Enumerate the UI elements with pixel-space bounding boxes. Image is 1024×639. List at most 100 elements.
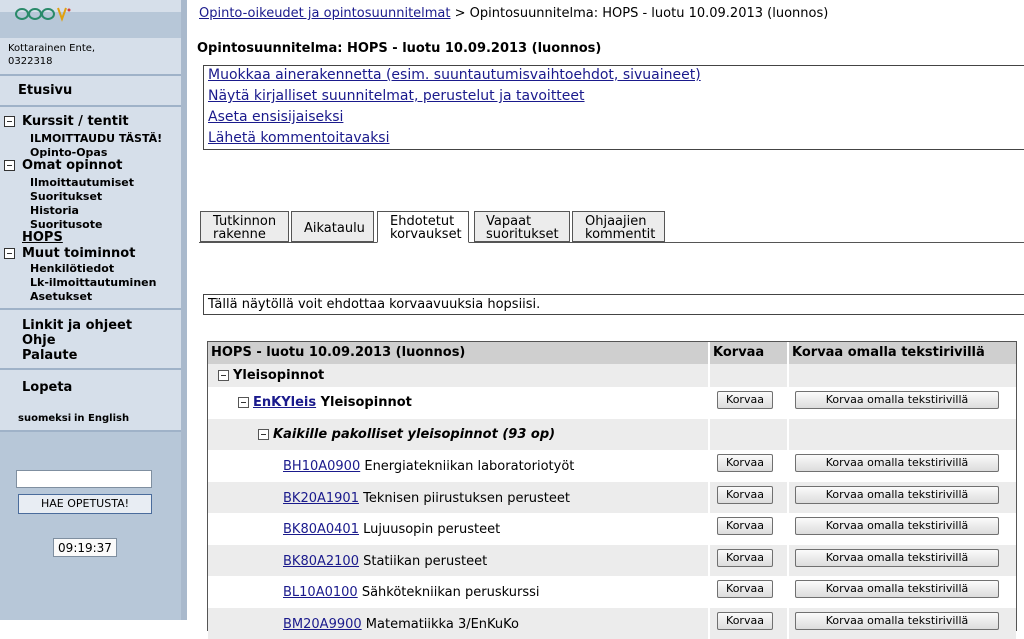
nav-links[interactable]: Linkit ja ohjeet <box>22 318 132 333</box>
korvaa-button[interactable]: Korvaa <box>717 454 773 472</box>
group-yleisopinnot: Yleisopinnot <box>218 368 324 383</box>
korvaa-button[interactable]: Korvaa <box>717 517 773 535</box>
tab-tutkinnon-rakenne[interactable]: Tutkinnon rakenne <box>200 211 289 242</box>
korvaa-oma-button[interactable]: Korvaa omalla tekstirivillä <box>795 580 999 598</box>
collapse-icon[interactable] <box>4 116 15 127</box>
tab-ohjaajien-kommentit[interactable]: Ohjaajien kommentit <box>572 211 665 242</box>
nav-block-help: Linkit ja ohjeet Ohje Palaute <box>0 310 181 368</box>
course-item: BK80A0401 Lujuusopin perusteet <box>283 522 500 537</box>
collapse-icon[interactable] <box>218 370 229 381</box>
user-name: Kottarainen Ente, <box>8 43 96 54</box>
set-primary-link[interactable]: Aseta ensisijaiseksi <box>208 109 343 125</box>
row-bg <box>710 364 787 387</box>
nav-lopeta[interactable]: Lopeta <box>22 380 72 395</box>
nav-block-logout: Lopeta suomeksi in English <box>0 370 181 430</box>
header-hops: HOPS - luotu 10.09.2013 (luonnos) <box>208 342 708 364</box>
lang-en-link[interactable]: in English <box>74 413 129 424</box>
search-input[interactable] <box>16 470 152 488</box>
collapse-icon[interactable] <box>4 248 15 259</box>
course-code-link[interactable]: BM20A9900 <box>283 617 362 632</box>
table-row: Yleisopinnot <box>208 364 1016 387</box>
collapse-icon[interactable] <box>4 160 15 171</box>
korvaa-oma-button[interactable]: Korvaa omalla tekstirivillä <box>795 485 999 504</box>
group-code-link[interactable]: EnKYleis <box>253 395 316 410</box>
nav-etusivu[interactable]: Etusivu <box>18 83 72 98</box>
nav-hops[interactable]: HOPS <box>22 230 63 245</box>
nav-section-own[interactable]: Omat opinnot <box>4 158 122 173</box>
table-row: BM20A9900 Matematiikka 3/EnKuKo Korvaa Kor… <box>208 607 1016 639</box>
course-name: Matematiikka 3/EnKuKo <box>361 616 519 632</box>
group-enkyleis: EnKYleis Yleisopinnot <box>238 395 412 410</box>
nav-section-courses[interactable]: Kurssit / tentit <box>4 114 129 129</box>
course-name: Sähkötekniikan peruskurssi <box>357 585 540 600</box>
tab-label-line2: korvaukset <box>390 227 462 242</box>
table-row: BK80A0401 Lujuusopin perusteet Korvaa Korv… <box>208 513 1016 544</box>
korvaa-oma-button[interactable]: Korvaa omalla tekstirivillä <box>795 454 999 472</box>
korvaa-oma-button[interactable]: Korvaa omalla tekstirivillä <box>795 611 999 630</box>
course-code-link[interactable]: BK80A2100 <box>283 554 359 569</box>
nav-suoritukset[interactable]: Suoritukset <box>30 190 102 203</box>
course-item: BH10A0900 Energiatekniikan laboratorioty… <box>283 459 574 474</box>
tab-label-line2: suoritukset <box>486 227 559 242</box>
tab-baseline <box>199 242 1024 243</box>
collapse-icon[interactable] <box>258 429 269 440</box>
nav-historia[interactable]: Historia <box>30 204 79 217</box>
table-row: BK20A1901 Teknisen piirustuksen perustee… <box>208 481 1016 513</box>
search-button[interactable]: HAE OPETUSTA! <box>18 494 152 514</box>
tab-label-line2: rakenne <box>213 227 266 242</box>
korvaa-button[interactable]: Korvaa <box>717 580 773 598</box>
nav-block-home: Etusivu <box>0 76 181 106</box>
nav-section-other[interactable]: Muut toiminnot <box>4 246 135 261</box>
clock-display: 09:19:37 <box>53 538 117 557</box>
action-links-box: Muokkaa ainerakennetta (esim. suuntautum… <box>203 65 1024 150</box>
tab-vapaat-suoritukset[interactable]: Vapaat suoritukset <box>474 211 570 242</box>
course-code-link[interactable]: BL10A0100 <box>283 585 358 600</box>
breadcrumb: Opinto-oikeudet ja opintosuunnitelmat > … <box>199 6 828 21</box>
korvaa-button[interactable]: Korvaa <box>717 391 773 409</box>
course-item: BK20A1901 Teknisen piirustuksen perustee… <box>283 491 570 506</box>
tab-aikataulu[interactable]: Aikataulu <box>291 211 374 242</box>
korvaa-button[interactable]: Korvaa <box>717 485 773 504</box>
nav-henkilotiedot[interactable]: Henkilötiedot <box>30 262 114 275</box>
substitution-table: HOPS - luotu 10.09.2013 (luonnos) Korvaa… <box>207 341 1017 639</box>
tab-ehdotetut-korvaukset[interactable]: Ehdotetut korvaukset <box>377 211 469 243</box>
university-logo <box>15 7 71 22</box>
group-label: Yleisopinnot <box>316 395 412 410</box>
table-row: BK80A2100 Statiikan perusteet Korvaa Korva… <box>208 544 1016 576</box>
nav-ohje[interactable]: Ohje <box>22 333 56 348</box>
korvaa-oma-button[interactable]: Korvaa omalla tekstirivillä <box>795 391 999 409</box>
edit-structure-link[interactable]: Muokkaa ainerakennetta (esim. suuntautum… <box>208 67 701 83</box>
lang-fi-link[interactable]: suomeksi <box>18 413 71 424</box>
course-code-link[interactable]: BH10A0900 <box>283 459 360 474</box>
korvaa-button[interactable]: Korvaa <box>717 611 773 630</box>
row-bg <box>789 364 1016 387</box>
korvaa-button[interactable]: Korvaa <box>717 548 773 567</box>
table-row: BL10A0100 Sähkötekniikan peruskurssi Korv… <box>208 576 1016 607</box>
course-code-link[interactable]: BK80A0401 <box>283 522 359 537</box>
page-title: Opintosuunnitelma: HOPS - luotu 10.09.20… <box>197 41 602 56</box>
korvaa-oma-button[interactable]: Korvaa omalla tekstirivillä <box>795 548 999 567</box>
header-korvaa: Korvaa <box>710 342 787 364</box>
nav-section-own-label: Omat opinnot <box>22 158 123 173</box>
course-name: Teknisen piirustuksen perusteet <box>358 490 570 506</box>
send-for-comments-link[interactable]: Lähetä kommentoitavaksi <box>208 130 390 146</box>
table-row: EnKYleis Yleisopinnot Korvaa Korvaa omal… <box>208 387 1016 419</box>
collapse-icon[interactable] <box>238 397 249 408</box>
nav-ilmoittaudu[interactable]: ILMOITTAUDU TÄSTÄ! <box>30 132 162 145</box>
breadcrumb-link[interactable]: Opinto-oikeudet ja opintosuunnitelmat <box>199 6 451 21</box>
nav-asetukset[interactable]: Asetukset <box>30 290 92 303</box>
group-label: Yleisopinnot <box>233 368 325 383</box>
show-plans-link[interactable]: Näytä kirjalliset suunnitelmat, perustel… <box>208 88 585 104</box>
group-label: Kaikille pakolliset yleisopinnot (93 op) <box>273 427 556 442</box>
nav-ilmoittautumiset[interactable]: Ilmoittautumiset <box>30 176 134 189</box>
nav-palaute[interactable]: Palaute <box>22 348 77 363</box>
header-korvaa-oma: Korvaa omalla tekstirivillä <box>789 342 1016 364</box>
korvaa-oma-button[interactable]: Korvaa omalla tekstirivillä <box>795 517 999 535</box>
course-name: Statiikan perusteet <box>358 553 488 569</box>
nav-section-courses-label: Kurssit / tentit <box>22 114 129 129</box>
breadcrumb-current: > Opintosuunnitelma: HOPS - luotu 10.09.… <box>450 6 829 21</box>
sidebar: Kottarainen Ente, 0322318 Etusivu Kurssi… <box>0 0 187 620</box>
nav-lk-ilmoittautuminen[interactable]: Lk-ilmoittautuminen <box>30 276 156 289</box>
course-code-link[interactable]: BK20A1901 <box>283 491 359 506</box>
tab-label-line1: Aikataulu <box>304 221 365 236</box>
